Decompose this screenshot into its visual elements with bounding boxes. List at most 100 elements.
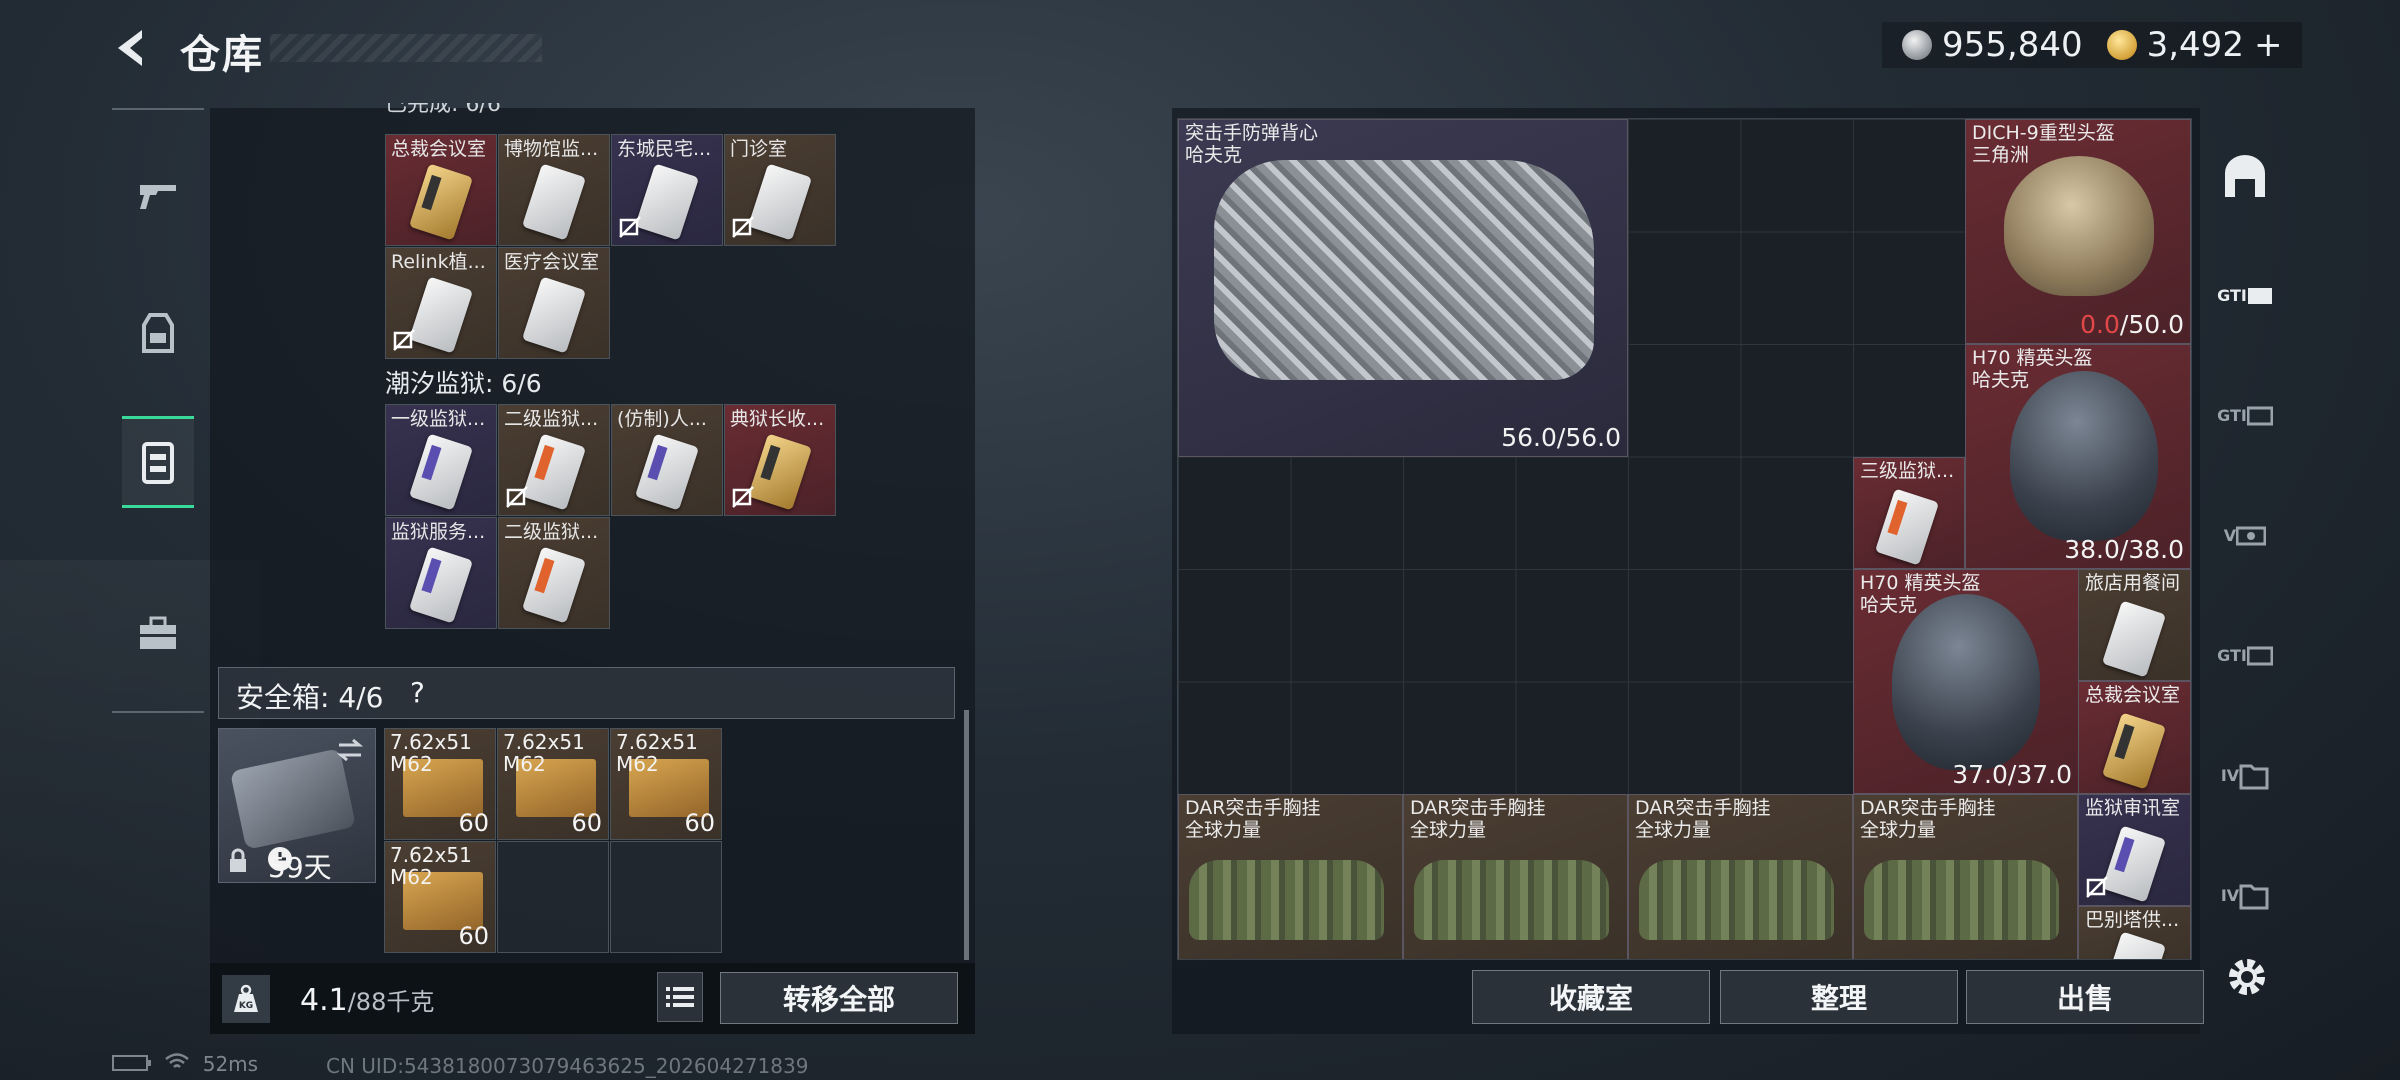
storage-tab-icon: [142, 442, 174, 484]
wifi-icon: [165, 1053, 190, 1068]
item-name: H70 精英头盔 哈夫克: [1972, 347, 2093, 391]
keycard-label: 监狱服务...: [391, 521, 486, 543]
nav-storage[interactable]: [122, 416, 194, 508]
keycard-icon: [634, 163, 700, 241]
vest-image: [1214, 160, 1594, 380]
ammo-item[interactable]: 7.62x51 M62 60: [384, 728, 496, 840]
keycard-item[interactable]: 东城民宅...: [611, 134, 723, 246]
keycard-item[interactable]: 旅店用餐间: [2078, 569, 2191, 681]
user-uid: CN UID:5438180073079463625_202604271839: [326, 1054, 809, 1078]
keycard-item[interactable]: 监狱服务...: [385, 517, 497, 629]
help-button[interactable]: ?: [410, 676, 425, 709]
gold-coin-icon: [2106, 30, 2137, 60]
keycard-icon: [2101, 825, 2167, 903]
nav-toolbox[interactable]: [122, 588, 194, 678]
keycard-item[interactable]: 一级监狱...: [385, 404, 497, 516]
sell-button[interactable]: 出售: [1966, 970, 2204, 1024]
hand-box-icon: [2246, 646, 2273, 666]
list-view-button[interactable]: [657, 972, 703, 1022]
keycard-item[interactable]: 门诊室: [724, 134, 836, 246]
stash-tab-6[interactable]: IV: [2213, 863, 2277, 927]
stash-tab-2[interactable]: GTI: [2213, 383, 2277, 447]
nav-weapons[interactable]: [122, 150, 194, 240]
ammo-item[interactable]: 7.62x51 M62 60: [610, 728, 722, 840]
unbound-icon: [393, 329, 415, 351]
ping-value: 52ms: [202, 1052, 259, 1076]
ammo-count: 60: [458, 922, 489, 950]
item-durability: 37.0/37.0: [1952, 760, 2072, 789]
helmet-item[interactable]: DICH-9重型头盔 三角洲 0.0/50.0: [1965, 119, 2191, 344]
empty-slot[interactable]: [610, 841, 722, 953]
stash-tab-5[interactable]: IV: [2213, 743, 2277, 807]
chest-rig-item[interactable]: DAR突击手胸挂 全球力量: [1853, 794, 2078, 959]
settings-button[interactable]: [2222, 952, 2272, 1002]
ammo-label: 7.62x51 M62: [616, 730, 698, 776]
stash-tab-3[interactable]: V: [2213, 503, 2277, 567]
keycard-label: 二级监狱...: [504, 521, 599, 543]
keycard-item[interactable]: 巴别塔供...: [2078, 906, 2191, 959]
keycard-item[interactable]: (仿制)人...: [611, 404, 723, 516]
keycard-item[interactable]: 博物馆监...: [498, 134, 610, 246]
transfer-all-button[interactable]: 转移全部: [720, 972, 958, 1024]
ammo-count: 60: [458, 809, 489, 837]
stash-home-icon: [2225, 155, 2265, 197]
add-gold-button[interactable]: +: [2254, 25, 2283, 65]
helmet-item[interactable]: H70 精英头盔 哈夫克 38.0/38.0: [1965, 344, 2191, 569]
keycard-label: 东城民宅...: [617, 138, 712, 160]
chest-rig-item[interactable]: DAR突击手胸挂 全球力量: [1403, 794, 1628, 959]
keycard-icon: [408, 276, 474, 354]
keycard-label: 总裁会议室: [391, 138, 487, 160]
keycard-item[interactable]: 总裁会议室: [385, 134, 497, 246]
keycard-item[interactable]: 监狱审讯室: [2078, 794, 2191, 906]
keycard-item[interactable]: 三级监狱...: [1853, 457, 1965, 569]
helmet-item[interactable]: H70 精英头盔 哈夫克 37.0/37.0: [1853, 569, 2079, 794]
keycard-icon: [408, 163, 474, 241]
keycard-item[interactable]: Relink植...: [385, 247, 497, 359]
weapon-tab-icon: [140, 185, 176, 209]
keycard-label: Relink植...: [391, 251, 486, 273]
keycard-icon: [747, 433, 813, 511]
ammo-label: 7.62x51 M62: [390, 843, 472, 889]
item-name: DAR突击手胸挂 全球力量: [1185, 797, 1321, 841]
back-button[interactable]: [108, 24, 156, 72]
chest-rig-item[interactable]: DAR突击手胸挂 全球力量: [1628, 794, 1853, 959]
keycard-icon: [2101, 600, 2167, 678]
keycard-label: 二级监狱...: [504, 408, 599, 430]
keycard-label: 门诊室: [730, 138, 788, 160]
keycard-item[interactable]: 二级监狱...: [498, 517, 610, 629]
nav-equipment[interactable]: [122, 288, 194, 378]
camera-box-icon: [2236, 526, 2267, 546]
keycard-item[interactable]: 二级监狱...: [498, 404, 610, 516]
ammo-item[interactable]: 7.62x51 M62 60: [384, 841, 496, 953]
stash-tab-1[interactable]: GTI: [2213, 263, 2277, 327]
silver-coin-icon: [1902, 30, 1932, 60]
empty-slot[interactable]: [497, 841, 609, 953]
safebox-label: 安全箱: 4/6: [236, 681, 384, 714]
keycard-label: 博物馆监...: [504, 138, 599, 160]
safebox-days: 59天: [268, 851, 332, 884]
chest-rig-item[interactable]: DAR突击手胸挂 全球力量: [1178, 794, 1403, 959]
keycard-icon: [408, 546, 474, 624]
keycard-label: 医疗会议室: [504, 251, 600, 273]
stash-tab-4[interactable]: GTI: [2213, 623, 2277, 687]
keycard-item[interactable]: 典狱长收...: [724, 404, 836, 516]
collection-room-button[interactable]: 收藏室: [1472, 970, 1710, 1024]
swap-icon[interactable]: [335, 737, 365, 763]
storage-box-icon: [2247, 288, 2272, 304]
keycard-item[interactable]: 总裁会议室: [2078, 681, 2191, 794]
ammo-item[interactable]: 7.62x51 M62 60: [497, 728, 609, 840]
organize-button[interactable]: 整理: [1720, 970, 1958, 1024]
keycard-icon: [521, 433, 587, 511]
category-nav: [112, 108, 204, 713]
title-decoration: [270, 34, 542, 62]
armor-vest-item[interactable]: 突击手防弹背心 哈夫克 56.0/56.0: [1178, 119, 1628, 457]
keycard-icon: [1874, 488, 1940, 566]
safebox-image: [229, 748, 357, 850]
stash-tab-main[interactable]: [2213, 144, 2277, 208]
stash-grid: 突击手防弹背心 哈夫克 56.0/56.0 DICH-9重型头盔 三角洲 0.0/5…: [1177, 118, 2192, 960]
keycard-label: 旅店用餐间: [2085, 572, 2181, 594]
keycard-item[interactable]: 医疗会议室: [498, 247, 610, 359]
folder-icon: [2239, 884, 2269, 910]
scrollbar[interactable]: [964, 710, 969, 960]
keycard-icon: [521, 163, 587, 241]
